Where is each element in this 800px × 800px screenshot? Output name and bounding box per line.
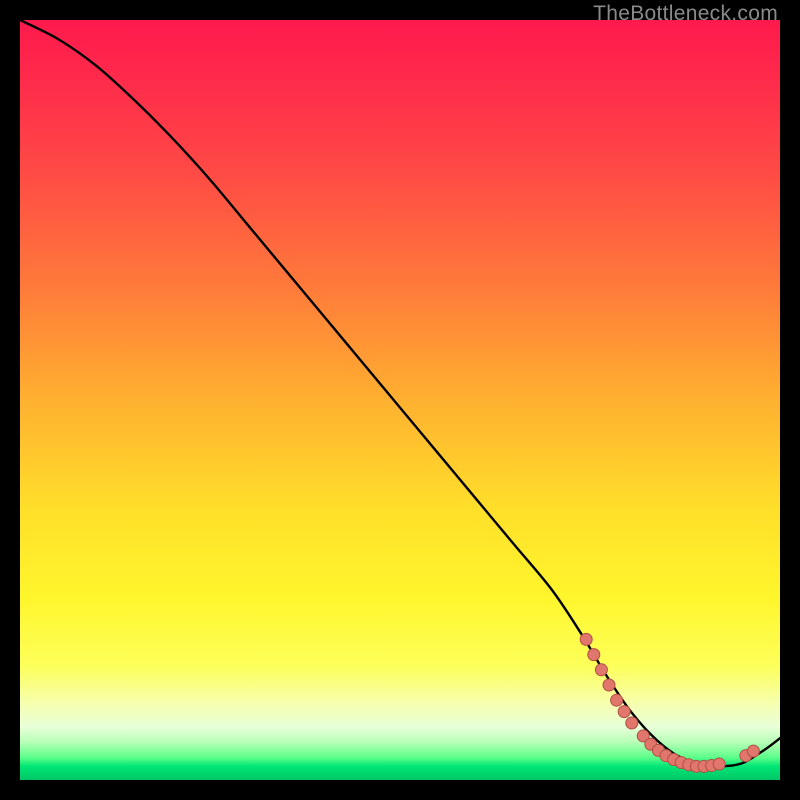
data-dot	[588, 649, 600, 661]
data-dot	[618, 706, 630, 718]
data-dot	[611, 694, 623, 706]
watermark-label: TheBottleneck.com	[593, 2, 778, 26]
data-dot	[713, 758, 725, 770]
chart-plot-area	[20, 20, 780, 780]
data-dots	[580, 633, 759, 772]
chart-frame: TheBottleneck.com	[0, 0, 800, 800]
data-dot	[603, 679, 615, 691]
data-dot	[626, 717, 638, 729]
data-dot	[747, 745, 759, 757]
chart-svg	[20, 20, 780, 780]
data-dot	[595, 664, 607, 676]
data-dot	[580, 633, 592, 645]
bottleneck-curve	[20, 20, 780, 766]
